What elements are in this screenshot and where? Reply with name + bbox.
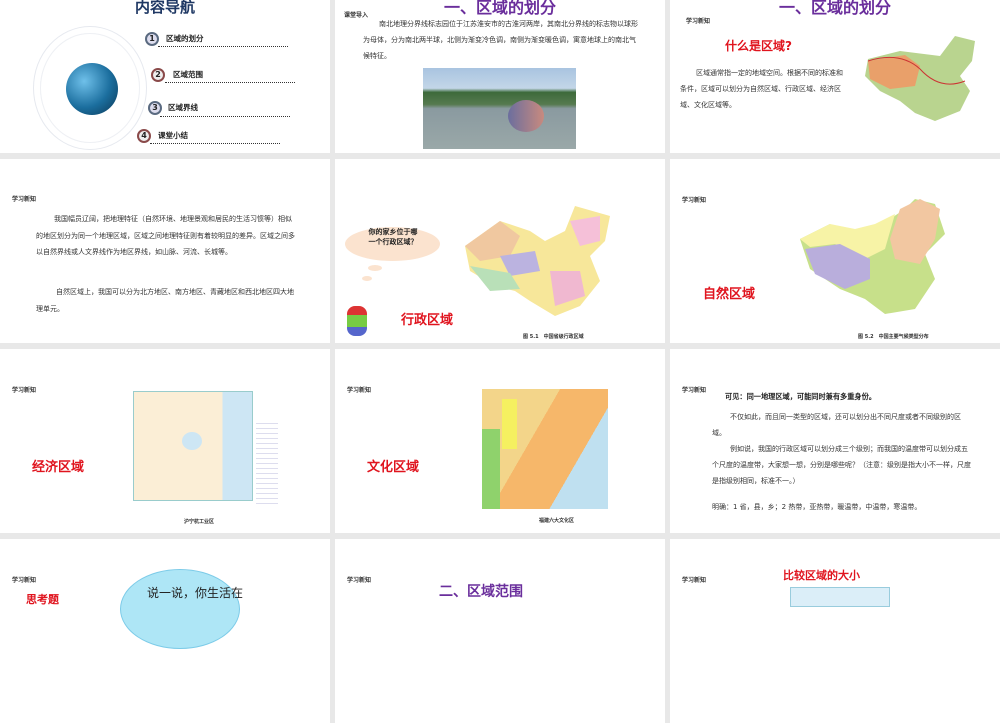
slide-title: 一、区域的划分 [778, 0, 891, 17]
speech-cloud [120, 569, 240, 649]
section-tag: 学习新知 [682, 387, 707, 394]
fujian-culture-map [482, 389, 608, 509]
cloud-text: 说一说，你生活在 [147, 586, 244, 600]
nav-label: 区域范围 [173, 70, 203, 79]
body-text: 区域通常指一定的地域空间。根据不同的标准和条件，区域可以划分为自然区域、行政区域… [680, 69, 843, 109]
heading: 可见：同一地理区域，可能同时兼有多重身份。 [725, 392, 876, 401]
body-paragraph-2: 例如说，我国的行政区域可以划分成三个级别；而我国的温度带可以划分成五个尺度的温度… [712, 445, 971, 485]
body-paragraph-1: 不仅如此，而且同一类型的区域，还可以划分出不同尺度或者不同级别的区域。 [712, 413, 961, 437]
nav-label: 区域的划分 [166, 34, 204, 43]
section-tag: 学习新知 [682, 577, 707, 584]
region-label: 行政区域 [401, 313, 454, 328]
slide-thumbnail-12[interactable]: 学习新知 比较区域的大小 [670, 539, 1000, 723]
question-label: 思考题 [26, 593, 59, 606]
nav-number: 1 [145, 32, 159, 46]
slide-thumbnail-4[interactable]: 学习新知 我国幅员辽阔，把地理特征（自然环境、地理景观和居民的生活习惯等）相似的… [0, 159, 330, 343]
slide-thumbnail-1[interactable]: 内容导航 1 区域的划分 2 区域范围 3 区域界线 4 课堂小结 [0, 0, 330, 153]
slide-thumbnail-5[interactable]: 你的家乡位于哪一个行政区域？ 行政区域 图 5.1 中国省级行政区域 [335, 159, 665, 343]
section-tag: 学习新知 [347, 387, 372, 394]
section-tag: 学习新知 [347, 577, 372, 584]
nav-number: 4 [137, 129, 151, 143]
map-caption: 图 5.1 中国省级行政区域 [523, 334, 584, 340]
bubble-text: 你的家乡位于哪一个行政区域？ [368, 228, 418, 246]
slide-thumbnail-10[interactable]: 学习新知 思考题 说一说，你生活在 [0, 539, 330, 723]
slide-thumbnail-9[interactable]: 学习新知 可见：同一地理区域，可能同时兼有多重身份。 不仅如此，而且同一类型的区… [670, 349, 1000, 533]
map-caption: 福建六大文化区 [539, 518, 575, 524]
slide-title: 内容导航 [134, 0, 195, 16]
divider [160, 116, 290, 117]
china-climate-map [800, 199, 945, 314]
cartoon-boy-icon [347, 306, 367, 336]
nav-number: 2 [151, 68, 165, 82]
region-label: 自然区域 [703, 287, 756, 302]
body-paragraph-3: 明确：1 省，县，乡；2 热带，亚热带，暖温带，中温带，寒温带。 [712, 503, 922, 511]
body-text: 南北地理分界线标志园位于江苏淮安市的古淮河两岸，其南北分界线的标志物以球形为母体… [363, 20, 638, 60]
slide-thumbnail-11[interactable]: 学习新知 二、区域范围 [335, 539, 665, 723]
shanghai-nanjing-hangzhou-map [133, 391, 253, 501]
nav-label: 区域界线 [168, 103, 198, 112]
map-caption: 图 5.2 中国主要气候类型分布 [858, 334, 929, 340]
section-tag: 学习新知 [12, 387, 37, 394]
divider [158, 46, 288, 47]
section-tag: 学习新知 [12, 196, 37, 203]
heading: 什么是区域? [725, 39, 792, 53]
slide-title: 二、区域范围 [439, 584, 523, 600]
body-paragraph-1: 我国幅员辽阔，把地理特征（自然环境、地理景观和居民的生活习惯等）相似的地区划分为… [36, 215, 295, 256]
china-administrative-map [465, 206, 610, 316]
globe-icon [66, 63, 118, 115]
region-map [790, 587, 890, 607]
china-terrain-map [865, 36, 975, 121]
region-label: 文化区域 [367, 460, 420, 475]
section-tag: 学习新知 [682, 197, 707, 204]
slide-thumbnail-6[interactable]: 学习新知 自然区域 图 5.2 中国主要气候类型分布 [670, 159, 1000, 343]
body-paragraph-2: 自然区域上，我国可以分为北方地区、南方地区、青藏地区和西北地区四大地理单元。 [36, 288, 294, 313]
heading: 比较区域的大小 [783, 569, 860, 582]
slide-thumbnail-7[interactable]: 学习新知 经济区域 沪宁杭工业区 [0, 349, 330, 533]
divider [165, 82, 295, 83]
slide-thumbnail-3[interactable]: 一、区域的划分 学习新知 什么是区域? 区域通常指一定的地域空间。根据不同的标准… [670, 0, 1000, 153]
section-tag: 学习新知 [686, 18, 711, 25]
region-label: 经济区域 [32, 460, 85, 475]
map-legend [256, 419, 278, 504]
map-caption: 沪宁杭工业区 [184, 519, 215, 525]
nav-label: 课堂小结 [158, 131, 188, 140]
section-tag: 学习新知 [12, 577, 37, 584]
nav-number: 3 [148, 101, 162, 115]
slide-thumbnail-2[interactable]: 一、区域的划分 课堂导入 南北地理分界线标志园位于江苏淮安市的古淮河两岸，其南北… [335, 0, 665, 153]
divider [150, 143, 280, 144]
photo-boundary-globe [423, 68, 576, 149]
slide-thumbnail-8[interactable]: 学习新知 文化区域 福建六大文化区 [335, 349, 665, 533]
